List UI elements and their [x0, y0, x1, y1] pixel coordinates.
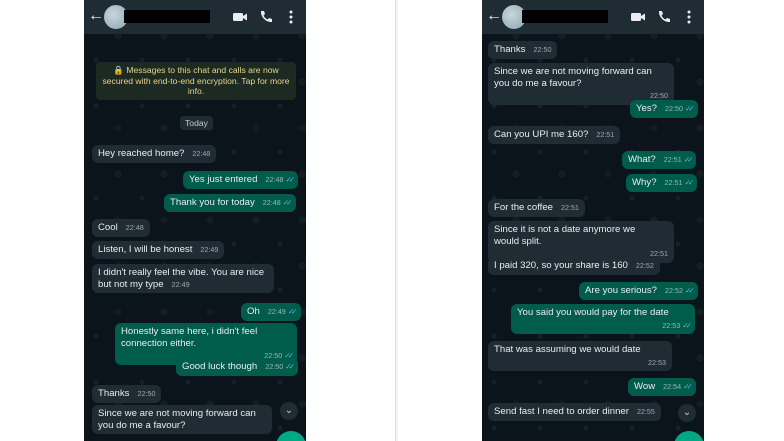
message-incoming[interactable]: Thanks 22:50 [92, 385, 162, 403]
send-fab[interactable] [674, 431, 704, 441]
message-outgoing[interactable]: Why? 22:51 ✓✓ [626, 174, 698, 192]
message-incoming[interactable]: For the coffee 22:51 [488, 199, 586, 217]
send-fab[interactable] [276, 431, 306, 441]
divider [395, 0, 398, 441]
message-outgoing[interactable]: Wow 22:54 ✓✓ [628, 378, 696, 396]
double-check-icon: ✓✓ [683, 382, 693, 391]
message-outgoing[interactable]: Are you serious? 22:52 ✓✓ [579, 282, 698, 300]
double-check-icon: ✓✓ [684, 178, 695, 187]
message-outgoing[interactable]: Thank you for today 22:48 ✓✓ [164, 194, 296, 212]
message-outgoing[interactable]: You said you would pay for the date 22:5… [511, 304, 695, 334]
message-incoming[interactable]: Listen, I will be honest 22:49 [92, 241, 225, 259]
video-call-icon[interactable] [232, 9, 248, 25]
double-check-icon: ✓✓ [285, 362, 295, 371]
message-outgoing[interactable]: Yes just entered 22:48 ✓✓ [183, 171, 299, 189]
message-incoming[interactable]: I didn't really feel the vibe. You are n… [92, 264, 274, 293]
chat-header: ← [84, 0, 306, 34]
video-call-icon[interactable] [630, 9, 646, 25]
message-incoming[interactable]: Send fast I need to order dinner 22:55 [488, 403, 661, 421]
message-incoming[interactable]: Thanks 22:50 [488, 41, 558, 59]
chat-header: ← [482, 0, 704, 34]
message-incoming[interactable]: Since we are not moving forward can you … [488, 63, 674, 105]
double-check-icon: ✓✓ [682, 320, 692, 330]
double-check-icon: ✓✓ [287, 307, 298, 316]
phone-icon[interactable] [258, 9, 274, 25]
double-check-icon: ✓✓ [285, 175, 295, 184]
message-incoming[interactable]: Can you UPI me 160? 22:51 [488, 126, 621, 144]
phone-icon[interactable] [656, 9, 672, 25]
chevron-down-icon[interactable]: ⌄ [678, 404, 696, 422]
left-chat-screenshot: ← 🔒 Messages to this chat and calls are … [84, 0, 306, 441]
message-incoming[interactable]: Hey reached home? 22:48 [92, 145, 217, 163]
message-outgoing[interactable]: Oh 22:49 ✓✓ [241, 303, 301, 321]
double-check-icon: ✓✓ [683, 155, 694, 164]
double-check-icon: ✓✓ [685, 286, 695, 295]
chevron-down-icon[interactable]: ⌄ [280, 402, 298, 420]
back-arrow-icon[interactable]: ← [88, 6, 104, 26]
more-vertical-icon[interactable] [286, 9, 296, 25]
message-incoming[interactable]: That was assuming we would date 22:53 [488, 341, 672, 371]
message-incoming[interactable]: Since we are not moving forward can you … [92, 405, 272, 434]
message-outgoing[interactable]: Good luck though 22:50 ✓✓ [176, 358, 298, 376]
back-arrow-icon[interactable]: ← [486, 6, 502, 26]
message-incoming[interactable]: I paid 320, so your share is 160 22:52 [488, 257, 660, 275]
encryption-notice[interactable]: 🔒 Messages to this chat and calls are no… [96, 62, 296, 100]
right-chat-screenshot: ← Thanks 22:50 Since we are not moving fo… [482, 0, 704, 441]
double-check-icon: ✓✓ [282, 198, 293, 207]
redacted-contact-name [522, 10, 608, 23]
message-incoming[interactable]: Cool 22:48 [92, 219, 150, 237]
message-outgoing[interactable]: Yes? 22:50 ✓✓ [630, 100, 698, 118]
redacted-contact-name [124, 10, 210, 23]
message-outgoing[interactable]: What? 22:51 ✓✓ [622, 151, 697, 169]
double-check-icon: ✓✓ [685, 104, 695, 113]
more-vertical-icon[interactable] [684, 9, 694, 25]
date-chip: Today [180, 116, 213, 130]
